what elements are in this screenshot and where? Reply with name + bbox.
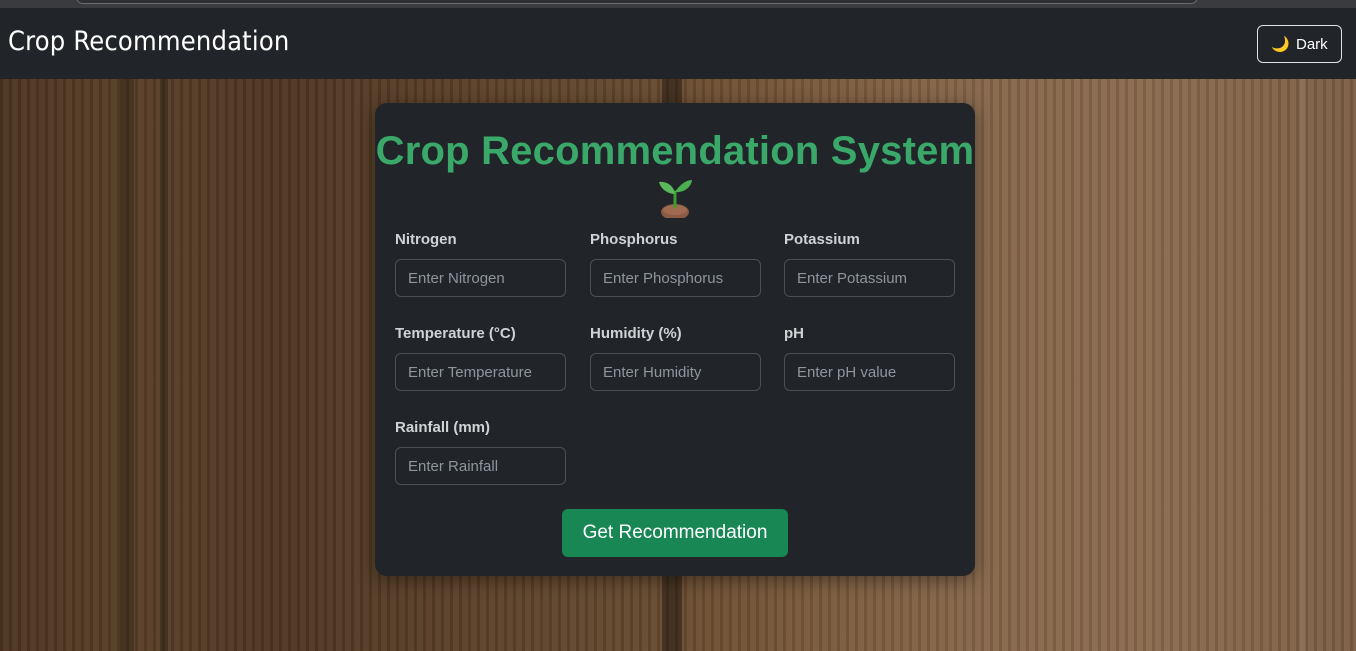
form-title: Crop Recommendation System	[375, 129, 975, 173]
moon-icon: 🌙	[1271, 36, 1290, 53]
get-recommendation-button[interactable]: Get Recommendation	[562, 509, 788, 557]
temperature-label: Temperature (°C)	[395, 325, 516, 342]
temperature-input[interactable]	[395, 353, 566, 391]
nitrogen-label: Nitrogen	[395, 231, 457, 248]
soil-track	[1300, 79, 1306, 651]
recommendation-form-card: Crop Recommendation System Nitrogen Phos…	[375, 103, 975, 576]
nitrogen-group: Nitrogen	[395, 231, 566, 297]
phosphorus-label: Phosphorus	[590, 231, 678, 248]
humidity-group: Humidity (%)	[590, 325, 761, 391]
humidity-label: Humidity (%)	[590, 325, 682, 342]
ph-input[interactable]	[784, 353, 955, 391]
theme-toggle-button[interactable]: 🌙 Dark	[1257, 25, 1342, 63]
phosphorus-input[interactable]	[590, 259, 761, 297]
navbar: Crop Recommendation 🌙 Dark	[0, 8, 1356, 79]
theme-toggle-label: Dark	[1296, 35, 1328, 53]
rainfall-input[interactable]	[395, 447, 566, 485]
rainfall-label: Rainfall (mm)	[395, 419, 491, 436]
browser-chrome-strip	[0, 0, 1356, 8]
potassium-input[interactable]	[784, 259, 955, 297]
potassium-label: Potassium	[784, 231, 860, 248]
ph-label: pH	[784, 325, 804, 342]
nitrogen-input[interactable]	[395, 259, 566, 297]
ph-group: pH	[784, 325, 955, 391]
phosphorus-group: Phosphorus	[590, 231, 761, 297]
navbar-brand[interactable]: Crop Recommendation	[8, 26, 290, 57]
sprout-icon	[659, 180, 692, 218]
rainfall-group: Rainfall (mm)	[395, 419, 566, 485]
humidity-input[interactable]	[590, 353, 761, 391]
soil-track	[160, 79, 168, 651]
potassium-group: Potassium	[784, 231, 955, 297]
soil-track	[120, 79, 134, 651]
temperature-group: Temperature (°C)	[395, 325, 566, 391]
address-bar[interactable]	[76, 0, 1198, 4]
